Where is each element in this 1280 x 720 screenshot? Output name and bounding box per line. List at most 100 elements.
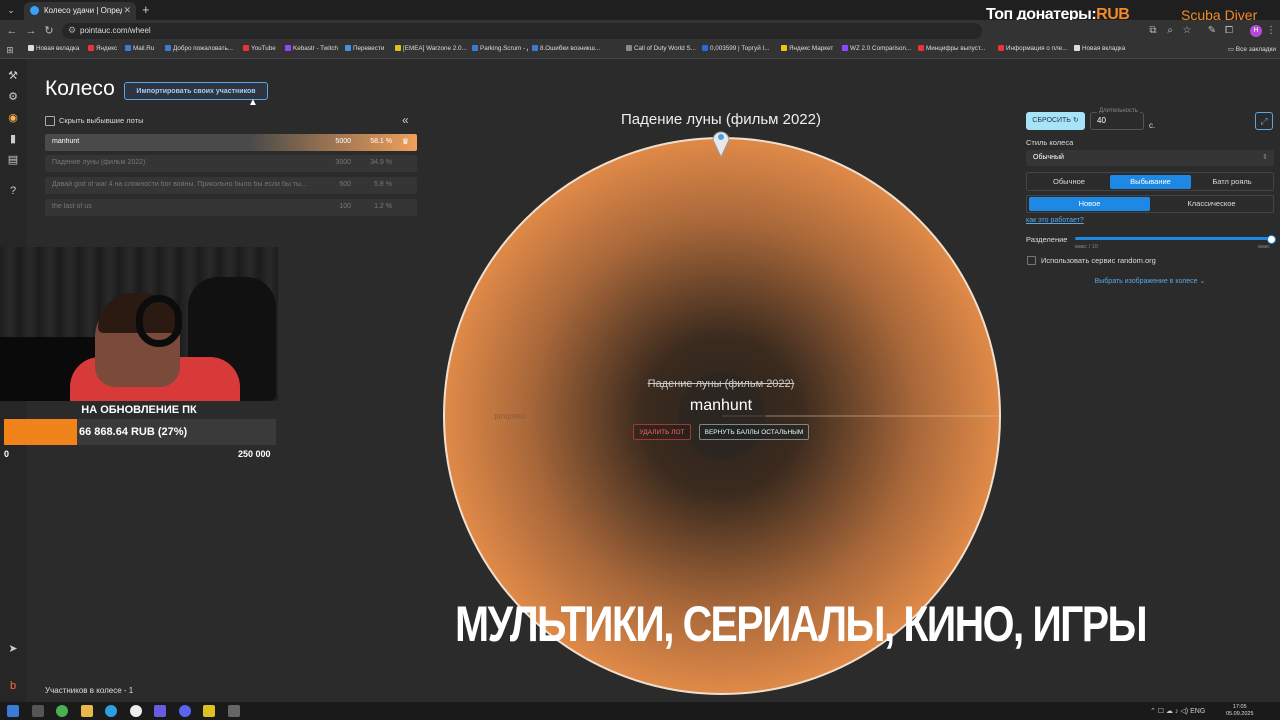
all-bookmarks-link[interactable]: ▭ Все закладки bbox=[1228, 45, 1276, 53]
site-info-icon[interactable]: ⚙ bbox=[68, 25, 76, 36]
lot-amount: 500 bbox=[339, 181, 351, 188]
split-slider-track[interactable] bbox=[1075, 237, 1271, 240]
bookmark-item[interactable]: Яндекс bbox=[88, 45, 120, 56]
tab-mode-elimination[interactable]: Выбывание bbox=[1110, 175, 1191, 189]
explorer-icon[interactable] bbox=[81, 705, 93, 717]
boosty-icon[interactable]: b bbox=[6, 679, 20, 693]
auction-hammer-icon[interactable]: ⚒ bbox=[6, 69, 20, 83]
statistics-icon[interactable]: ▮ bbox=[6, 132, 20, 146]
bookmark-label: Перевести bbox=[353, 45, 385, 52]
profile-avatar[interactable]: H bbox=[1250, 25, 1262, 37]
wheel-icon[interactable]: ◉ bbox=[6, 111, 20, 125]
terminal-icon[interactable] bbox=[228, 705, 240, 717]
bookmark-item[interactable]: Kebastr - Twitch bbox=[285, 45, 341, 56]
bookmark-item[interactable]: Добро пожаловать... bbox=[165, 45, 239, 56]
url-field[interactable]: ⚙ pointauc.com/wheel bbox=[62, 23, 982, 39]
hide-dropped-checkbox[interactable] bbox=[45, 116, 55, 126]
bookmark-label: Новая вкладка bbox=[36, 45, 80, 52]
random-org-checkbox[interactable] bbox=[1027, 256, 1036, 265]
bookmark-item[interactable]: Call of Duty World S... bbox=[626, 45, 696, 56]
bookmark-item[interactable]: Новая вкладка bbox=[28, 45, 84, 56]
lot-row[interactable]: Давай god of war 4 на сложности бог войн… bbox=[45, 177, 417, 194]
tab-mode-battle-royale[interactable]: Батл рояль bbox=[1192, 175, 1272, 189]
lot-name: manhunt bbox=[52, 138, 80, 145]
star-icon[interactable]: ☆ bbox=[1180, 24, 1194, 38]
task-view-icon[interactable] bbox=[32, 705, 44, 717]
history-icon[interactable]: ▤ bbox=[6, 153, 20, 167]
bookmark-item[interactable]: Перевести bbox=[345, 45, 391, 56]
participants-count: Участников в колесе - 1 bbox=[45, 686, 134, 695]
bookmark-label: Mail.Ru bbox=[133, 45, 155, 52]
bookmark-item[interactable]: Mail.Ru bbox=[125, 45, 160, 56]
system-tray[interactable]: ⌃ ☐ ☁ ♪ ◁) ENG bbox=[1150, 707, 1205, 715]
bookmark-favicon-icon bbox=[781, 45, 787, 51]
goal-min: 0 bbox=[4, 449, 10, 459]
telegram-taskbar-icon[interactable] bbox=[105, 705, 117, 717]
wheel-style-select[interactable]: Обычный ⇕ bbox=[1026, 150, 1274, 166]
apps-grid-icon[interactable]: ⊞ bbox=[3, 43, 17, 57]
help-icon[interactable]: ? bbox=[6, 184, 20, 198]
webcam-headphones bbox=[136, 295, 182, 347]
import-participants-button[interactable]: Импортировать своих участников bbox=[124, 82, 268, 100]
new-tab-icon[interactable]: + bbox=[142, 2, 150, 17]
forward-icon[interactable]: → bbox=[24, 24, 38, 38]
bookmark-item[interactable]: 0,003599 | Торгуй I... bbox=[702, 45, 774, 56]
lot-row[interactable]: Падение луны (фильм 2022) 3000 34.9 % bbox=[45, 155, 417, 172]
bookmark-item[interactable]: YouTube bbox=[243, 45, 281, 56]
extension-icon[interactable]: ✎ bbox=[1205, 24, 1219, 38]
wheel-style-value: Обычный bbox=[1033, 154, 1064, 161]
lot-row[interactable]: manhunt 5000 58.1 % ♛ bbox=[45, 134, 417, 151]
collapse-panel-icon[interactable]: « bbox=[402, 113, 409, 127]
tab-mode-normal[interactable]: Обычное bbox=[1029, 175, 1109, 189]
input-language: ENG bbox=[1190, 708, 1206, 715]
select-wheel-image-link[interactable]: Выбрать изображение в колесе ⌄ bbox=[1026, 277, 1274, 285]
bookmark-favicon-icon bbox=[842, 45, 848, 51]
bookmark-favicon-icon bbox=[88, 45, 94, 51]
taskbar-clock[interactable]: 17:05 05.09.2025 bbox=[1226, 704, 1254, 718]
how-it-works-link[interactable]: как это работает? bbox=[1026, 217, 1084, 224]
bookmark-favicon-icon bbox=[243, 45, 249, 51]
install-icon[interactable]: ⧉ bbox=[1146, 24, 1160, 38]
clock-date: 05.09.2025 bbox=[1226, 711, 1254, 717]
bookmark-item[interactable]: 8.Ошибки возникш... bbox=[532, 45, 622, 56]
reload-icon[interactable]: ↻ bbox=[42, 24, 56, 38]
bookmarks-bar: ⊞ Новая вкладка Яндекс Mail.Ru Добро пожало… bbox=[0, 42, 1280, 59]
bookmark-item[interactable]: WZ 2.0 Comparison... bbox=[842, 45, 912, 56]
fullscreen-icon[interactable]: ⤢ bbox=[1255, 112, 1273, 130]
bookmark-item[interactable]: Яндекс Маркет bbox=[781, 45, 837, 56]
tab-elimination-new[interactable]: Новое bbox=[1029, 197, 1150, 211]
return-points-button[interactable]: ВЕРНУТЬ БАЛЛЫ ОСТАЛЬНЫМ bbox=[699, 424, 809, 440]
telegram-icon[interactable]: ➤ bbox=[6, 642, 20, 656]
bookmark-item[interactable]: Parking.Scrum - До... bbox=[472, 45, 528, 56]
zoom-icon[interactable]: ⌕ bbox=[1163, 24, 1177, 38]
lot-percent: 1.2 % bbox=[374, 203, 392, 210]
app-icon[interactable] bbox=[203, 705, 215, 717]
start-icon[interactable] bbox=[7, 705, 19, 717]
tab-elimination-classic[interactable]: Классическое bbox=[1151, 197, 1272, 211]
reset-icon: ↻ bbox=[1072, 117, 1079, 124]
bookmark-item[interactable]: Информация о пле... bbox=[998, 45, 1068, 56]
extensions-puzzle-icon[interactable]: ⧠ bbox=[1222, 24, 1236, 38]
lot-row[interactable]: the last of us 100 1.2 % bbox=[45, 199, 417, 216]
bookmark-item[interactable]: Минцифры выпуст... bbox=[918, 45, 992, 56]
mouse-cursor-icon: ▲ bbox=[248, 97, 258, 108]
yandex-icon[interactable] bbox=[130, 705, 142, 717]
reset-button[interactable]: СБРОСИТЬ ↻ bbox=[1026, 112, 1085, 130]
discord-icon[interactable] bbox=[154, 705, 166, 717]
chevron-down-icon: ⌄ bbox=[1199, 278, 1206, 285]
bookmark-item[interactable]: [EMEA] Warzone 2.0... bbox=[395, 45, 467, 56]
tab-close-icon[interactable]: ✕ bbox=[123, 5, 131, 16]
bookmark-favicon-icon bbox=[626, 45, 632, 51]
browser-menu-icon[interactable]: ⋮ bbox=[1264, 24, 1278, 38]
tab-search-icon[interactable]: ⌄ bbox=[4, 3, 18, 17]
split-min-label: макс / 10 bbox=[1075, 244, 1098, 250]
split-slider-thumb[interactable] bbox=[1267, 235, 1276, 244]
browser-tab-active[interactable]: Колесо удачи | Определите п ✕ bbox=[24, 2, 136, 20]
bookmark-item[interactable]: Новая вкладка bbox=[1074, 45, 1130, 56]
reset-label: СБРОСИТЬ bbox=[1032, 117, 1071, 124]
settings-gear-icon[interactable]: ⚙ bbox=[6, 90, 20, 104]
obs-icon[interactable] bbox=[179, 705, 191, 717]
delete-lot-button[interactable]: УДАЛИТЬ ЛОТ bbox=[633, 424, 691, 440]
back-icon[interactable]: ← bbox=[5, 24, 19, 38]
chrome-icon[interactable] bbox=[56, 705, 68, 717]
